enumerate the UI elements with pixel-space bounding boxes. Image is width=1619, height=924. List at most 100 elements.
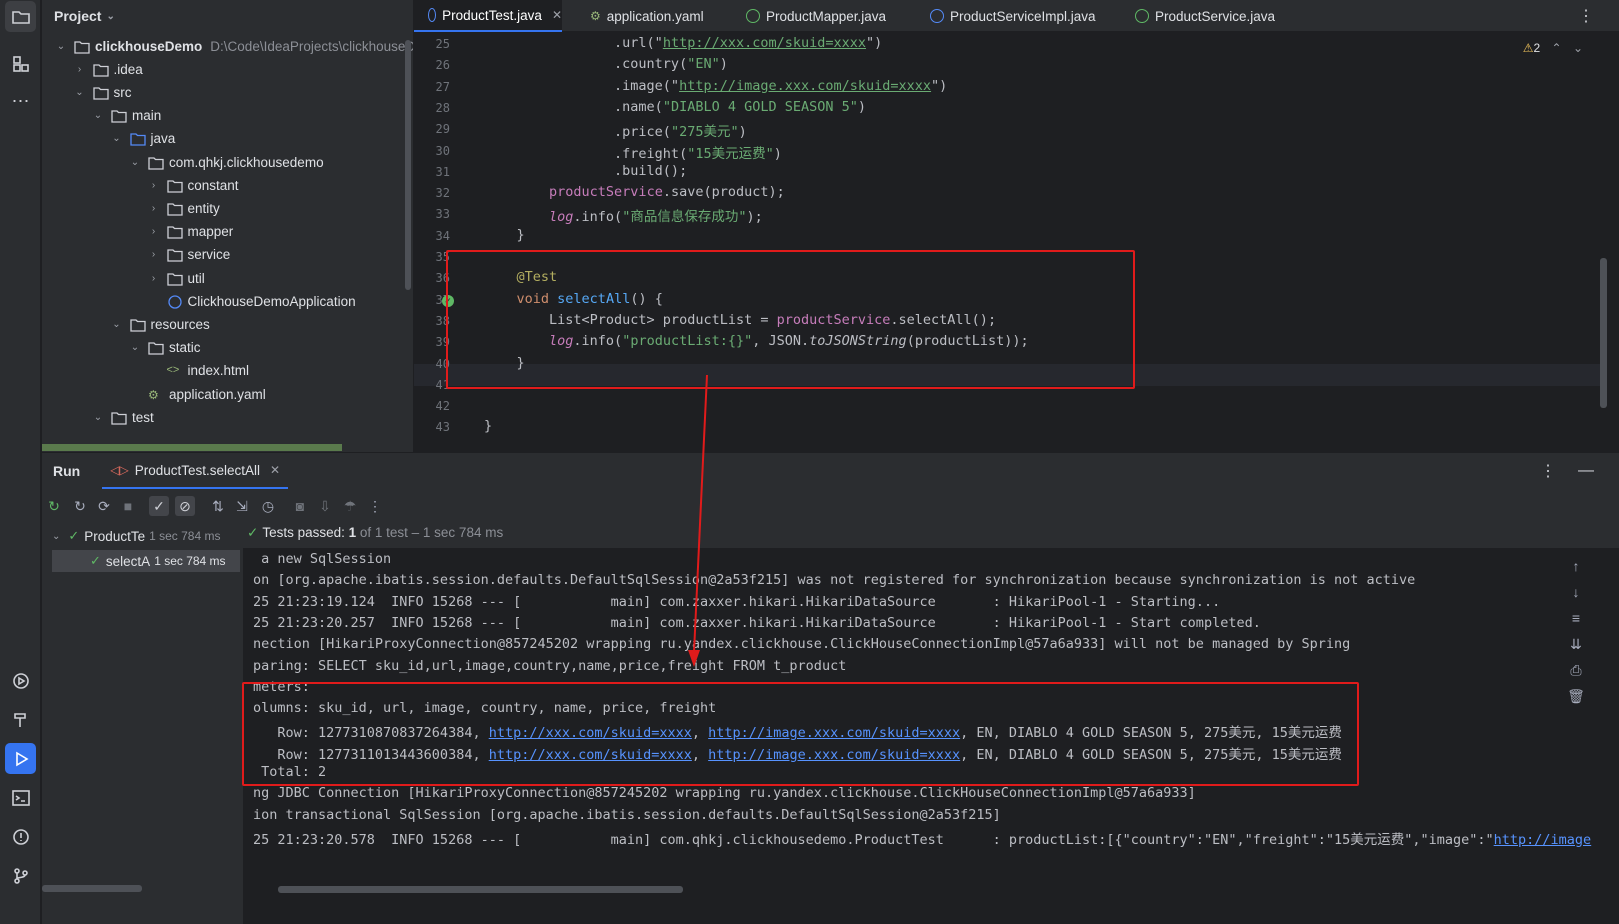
run-icon[interactable] — [5, 743, 36, 774]
project-horizontal-scrollbar[interactable] — [42, 444, 342, 451]
tree-item-main[interactable]: ⌄ main — [91, 104, 161, 128]
more-options-icon[interactable]: ⋮ — [1578, 6, 1594, 26]
editor-tab-application-yaml[interactable]: ⚙ application.yaml — [576, 0, 716, 32]
test-tree-child[interactable]: ✓ selectA 1 sec 784 ms — [52, 550, 240, 572]
editor-tab-producttest-java[interactable]: ProductTest.java ✕ — [414, 0, 562, 32]
chevron-down-icon: ⌄ — [56, 40, 66, 52]
tree-item-label: src — [113, 84, 132, 100]
show-passed-icon[interactable]: ✓ — [149, 496, 169, 516]
build-hammer-icon[interactable] — [5, 704, 36, 735]
folder-icon — [92, 86, 109, 100]
folder-icon — [148, 156, 164, 170]
editor-scrollbar[interactable] — [1600, 258, 1607, 408]
sort-by-duration-icon[interactable]: ⇲ — [232, 496, 252, 516]
rerun-failed-icon[interactable]: ↻ — [70, 496, 90, 516]
class-icon — [930, 9, 944, 23]
project-folder-icon[interactable] — [5, 1, 36, 32]
inspection-widget[interactable]: ⚠2 ⌃ ⌄ — [1523, 41, 1583, 55]
editor-tab-productserviceimpl-java[interactable]: ProductServiceImpl.java — [916, 0, 1106, 32]
project-scrollbar[interactable] — [405, 40, 411, 290]
next-highlight-icon[interactable]: ⌄ — [1573, 41, 1583, 55]
folder-icon — [111, 109, 127, 123]
rerun-icon[interactable]: ↻ — [44, 496, 64, 516]
show-ignored-icon[interactable]: ⊘ — [175, 496, 195, 516]
yaml-file-icon: ⚙ — [148, 387, 159, 402]
tree-item-com-qhkj-clickhousedemo[interactable]: ⌄ com.qhkj.clickhousedemo — [128, 150, 324, 174]
test-history-icon[interactable]: ◷ — [258, 496, 278, 516]
chevron-down-icon: ⌄ — [52, 530, 61, 542]
previous-highlight-icon[interactable]: ⌃ — [1552, 41, 1562, 55]
tree-item-label: resources — [150, 316, 210, 332]
tree-item-index-html[interactable]: <> index.html — [147, 359, 250, 383]
test-tree-root[interactable]: ⌄ ✓ ProductTe 1 sec 784 ms — [52, 525, 220, 547]
tree-item-service[interactable]: › service — [147, 243, 230, 267]
line-number: 34 — [435, 228, 450, 243]
project-panel-header[interactable]: Project ⌄ — [42, 0, 413, 32]
run-options-icon[interactable]: ⋮ — [1540, 461, 1556, 481]
console-line: nection [HikariProxyConnection@857245202… — [253, 636, 1351, 653]
status-prefix: Tests passed: — [262, 525, 349, 540]
tree-item-test[interactable]: ⌄ test — [91, 405, 154, 429]
tree-item-resources[interactable]: ⌄ resources — [110, 312, 210, 336]
close-icon[interactable]: ✕ — [552, 8, 562, 22]
chevron-right-icon: › — [151, 249, 156, 261]
console-line: a new SqlSession — [253, 551, 392, 567]
run-panel-label[interactable]: Run — [53, 463, 80, 479]
editor-tabs-bar: ProductTest.java ✕ ⚙ application.yaml Produc… — [414, 0, 1619, 32]
more-tools-icon[interactable]: ⋯ — [5, 86, 36, 117]
chevron-right-icon: › — [151, 179, 156, 191]
test-status: ✓ Tests passed: 1 of 1 test – 1 sec 784 m… — [247, 525, 503, 541]
terminal-icon[interactable] — [5, 782, 36, 813]
code-editor[interactable]: 25 .url("http://xxx.com/skuid=xxxx") 26 .… — [414, 33, 1619, 452]
line-number: 42 — [435, 399, 450, 414]
folder-icon — [166, 202, 183, 216]
tree-item-entity[interactable]: › entity — [147, 196, 220, 220]
tree-item-mapper[interactable]: › mapper — [147, 220, 233, 244]
trash-icon[interactable]: 🗑 — [1563, 683, 1589, 709]
tree-item-java[interactable]: ⌄ java — [110, 127, 175, 151]
console-horizontal-scrollbar[interactable] — [278, 886, 683, 893]
hide-panel-icon[interactable]: — — [1578, 462, 1594, 480]
print-icon[interactable]: ⎙ — [1563, 657, 1589, 683]
folder-icon — [74, 40, 90, 54]
run-panel-tabs: Run ◁▷ ProductTest.selectAll ✕ ⋮ — — [42, 453, 1619, 489]
problems-icon[interactable] — [5, 821, 36, 852]
tree-item-util[interactable]: › util — [147, 266, 205, 290]
line-number: 39 — [435, 335, 450, 350]
tree-item-constant[interactable]: › constant — [147, 173, 239, 197]
toggle-auto-test-icon[interactable]: ⟳ — [94, 496, 114, 516]
coverage-icon[interactable]: ☂ — [340, 496, 360, 516]
test-tree-child-time: 1 sec 784 ms — [154, 554, 226, 568]
chevron-right-icon: › — [151, 272, 156, 284]
arrow-down-icon[interactable]: ↓ — [1563, 579, 1589, 605]
code-line: .country("EN") — [484, 56, 728, 73]
tree-item--idea[interactable]: › .idea — [73, 57, 143, 81]
import-tests-icon[interactable]: ⇩ — [315, 496, 335, 516]
scroll-to-end-icon[interactable]: ⇊ — [1563, 631, 1589, 657]
sort-alphabetically-icon[interactable]: ⇅ — [208, 496, 228, 516]
stop-icon[interactable]: ■ — [118, 496, 138, 516]
tree-item-clickhousedemo[interactable]: ⌄ clickhouseDemo D:\Code\IdeaProjects\clic… — [54, 34, 413, 58]
git-branch-icon[interactable] — [5, 860, 36, 891]
close-icon[interactable]: ✕ — [270, 463, 280, 477]
code-line: .name("DIABLO 4 GOLD SEASON 5") — [484, 98, 867, 115]
interface-icon — [746, 9, 760, 23]
tree-item-clickhousedemoapplication[interactable]: ClickhouseDemoApplication — [147, 289, 356, 313]
structure-icon[interactable] — [5, 48, 36, 79]
soft-wrap-icon[interactable]: ≡ — [1563, 605, 1589, 631]
editor-tab-productmapper-java[interactable]: ProductMapper.java — [732, 0, 900, 32]
folder-icon — [129, 132, 146, 146]
tree-item-application-yaml[interactable]: ⚙ application.yaml — [128, 382, 266, 406]
run-config-tab[interactable]: ◁▷ ProductTest.selectAll ✕ — [102, 453, 289, 489]
services-icon[interactable] — [5, 665, 36, 696]
html-file-icon: <> — [166, 364, 180, 377]
tree-item-static[interactable]: ⌄ static — [128, 336, 201, 360]
chevron-down-icon: ⌄ — [106, 10, 115, 22]
editor-tab-productservice-java[interactable]: ProductService.java — [1121, 0, 1281, 32]
arrow-up-icon[interactable]: ↑ — [1563, 553, 1589, 579]
tree-item-src[interactable]: ⌄ src — [73, 80, 132, 104]
tree-horizontal-scrollbar[interactable] — [42, 885, 142, 892]
folder-icon — [166, 272, 183, 286]
screenshot-icon[interactable]: ◙ — [290, 496, 310, 516]
more-icon[interactable]: ⋮ — [365, 496, 385, 516]
